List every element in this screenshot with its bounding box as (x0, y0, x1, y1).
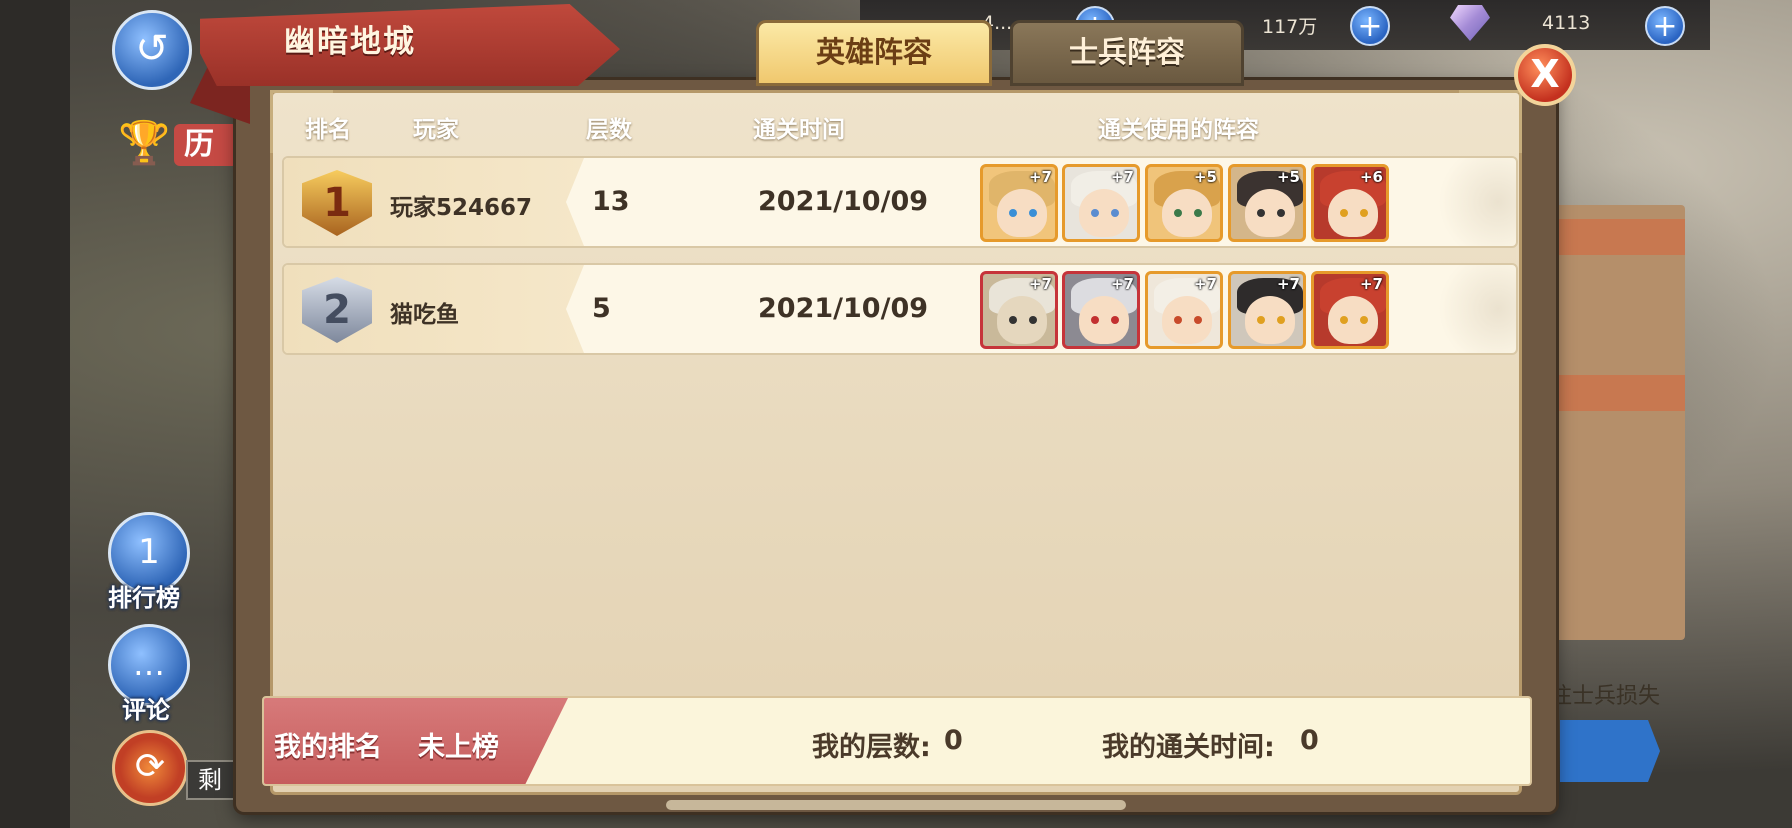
floor-count: 5 (592, 293, 611, 324)
hero-portrait[interactable]: +5 (1228, 164, 1306, 242)
corner-ornament (1459, 90, 1522, 153)
dialog-title: 幽暗地城 (284, 24, 416, 60)
hero-level: +7 (1359, 275, 1383, 293)
hero-portrait[interactable]: +7 (980, 164, 1058, 242)
hero-portrait[interactable]: +7 (1145, 271, 1223, 349)
row-decoration (1426, 265, 1516, 353)
hero-portrait[interactable]: +6 (1311, 164, 1389, 242)
close-button[interactable]: X (1514, 44, 1576, 106)
comments-label: 评论 (122, 696, 170, 724)
my-rank-label: 我的排名 (274, 732, 382, 763)
hero-level: +7 (1110, 275, 1134, 293)
close-icon: X (1530, 52, 1560, 96)
hero-level: +7 (1276, 275, 1300, 293)
column-header-floors: 层数 (586, 117, 632, 143)
column-header-rank: 排名 (305, 117, 351, 143)
tab-soldier-lineup[interactable]: 士兵阵容 (1010, 20, 1244, 86)
column-header-clear-time: 通关时间 (753, 117, 845, 143)
my-rank-value: 未上榜 (418, 732, 499, 763)
hero-level: +6 (1359, 168, 1383, 186)
my-rank-bar: 我的排名 未上榜 我的层数: 0 我的通关时间: 0 (262, 696, 1532, 786)
hero-portrait[interactable]: +5 (1145, 164, 1223, 242)
my-time-value: 0 (1300, 725, 1319, 756)
chat-bubble-icon: … (133, 645, 165, 683)
player-name: 玩家524667 (390, 195, 533, 221)
background-panel (1545, 205, 1685, 640)
hero-level: +7 (1193, 275, 1217, 293)
history-label: 历 (174, 124, 238, 166)
table-row[interactable]: 2 猫吃鱼 5 2021/10/09 +7 +7 +7 +7 +7 (282, 263, 1518, 355)
hero-portrait[interactable]: +7 (980, 271, 1058, 349)
clear-time: 2021/10/09 (758, 186, 929, 217)
my-floors-value: 0 (944, 725, 963, 756)
trophy-icon: 🏆 (118, 118, 171, 167)
refresh-button[interactable]: ⟳ (112, 730, 188, 806)
table-row[interactable]: 1 玩家524667 13 2021/10/09 +7 +7 +5 +5 +6 (282, 156, 1518, 248)
hero-portrait[interactable]: +7 (1228, 271, 1306, 349)
my-time-label: 我的通关时间: (1102, 732, 1275, 763)
gem-amount: 4113 (1542, 12, 1591, 34)
column-header-lineup: 通关使用的阵容 (1098, 117, 1259, 143)
hero-portrait[interactable]: +7 (1311, 271, 1389, 349)
hero-level: +7 (1028, 275, 1052, 293)
hero-level: +7 (1110, 168, 1134, 186)
add-gem-button[interactable]: + (1645, 6, 1685, 46)
hero-portrait[interactable]: +7 (1062, 164, 1140, 242)
add-food-button[interactable]: + (1350, 6, 1390, 46)
refresh-icon: ⟳ (134, 746, 166, 787)
my-floors-label: 我的层数: (812, 732, 931, 763)
player-name: 猫吃鱼 (390, 302, 459, 328)
hero-level: +5 (1276, 168, 1300, 186)
food-amount: 117万 (1262, 16, 1318, 38)
background-action-button (1560, 720, 1660, 782)
soldier-loss-hint: 注士兵损失 (1550, 684, 1661, 709)
trophy-icon: 1 (138, 532, 160, 572)
history-badge[interactable]: 🏆 历 (118, 118, 238, 170)
hero-level: +5 (1193, 168, 1217, 186)
row-decoration (1426, 158, 1516, 246)
leaderboard-label: 排行榜 (108, 584, 180, 612)
tab-hero-lineup[interactable]: 英雄阵容 (756, 20, 992, 86)
back-button[interactable]: ↺ (112, 10, 192, 90)
hero-portrait[interactable]: +7 (1062, 271, 1140, 349)
hero-level: +7 (1028, 168, 1052, 186)
scroll-indicator[interactable] (666, 800, 1126, 810)
column-header-player: 玩家 (413, 117, 459, 143)
remaining-label: 剩 (198, 766, 222, 794)
clear-time: 2021/10/09 (758, 293, 929, 324)
floor-count: 13 (592, 186, 630, 217)
left-edge-strip (0, 0, 70, 828)
